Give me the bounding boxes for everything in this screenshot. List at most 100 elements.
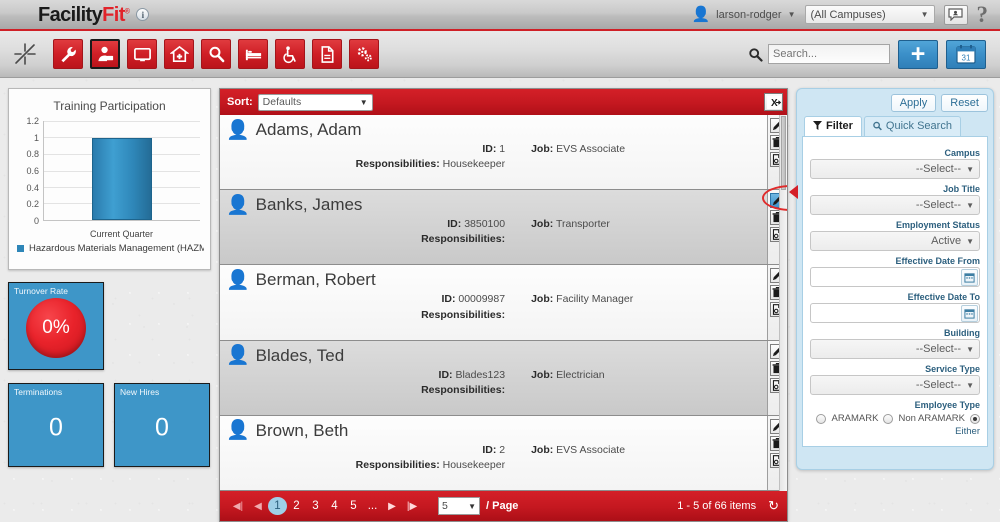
y-tick: 0.2 xyxy=(26,199,39,210)
table-row[interactable]: 👤 Banks, James ID: 3850100 Responsibilities… xyxy=(220,185,787,266)
row-content: 👤 Adams, Adam ID: 1 Responsibilities: House… xyxy=(220,115,767,189)
search-input[interactable] xyxy=(768,44,890,64)
calendar-icon[interactable] xyxy=(961,268,978,286)
add-button[interactable]: + xyxy=(898,39,938,69)
employee-responsibilities-field: Responsibilities: Housekeeper xyxy=(230,157,505,172)
radio-aramark[interactable] xyxy=(816,413,827,424)
filter-date-effective-date-to[interactable] xyxy=(810,303,980,323)
filter-select-building[interactable]: --Select-- ▼ xyxy=(810,339,980,359)
export-excel-icon: X xyxy=(766,95,781,109)
chart-y-axis: 1.2 1 0.8 0.6 0.4 0.2 0 xyxy=(15,116,41,226)
employee-id-field: ID: 1 xyxy=(230,142,505,157)
page-button-2[interactable]: 2 xyxy=(287,500,306,512)
per-page-value: 5 xyxy=(442,500,448,512)
filter-select-employment-status[interactable]: Active ▼ xyxy=(810,231,980,251)
page-button-4[interactable]: 4 xyxy=(325,500,344,512)
job-label: Job: xyxy=(531,293,554,306)
kpi-turnover-rate[interactable]: Turnover Rate 0% xyxy=(8,282,104,370)
filter-fields: Campus --Select-- ▼ Job Title --Select-- ▼ Emp… xyxy=(802,136,988,447)
magnifier-icon xyxy=(873,121,882,131)
filter-select-service-type[interactable]: --Select-- ▼ xyxy=(810,375,980,395)
kpi-value: 0 xyxy=(155,413,169,442)
radio-either[interactable] xyxy=(970,413,980,424)
avatar-icon: 👤 xyxy=(691,6,711,23)
filter-date-effective-date-from[interactable] xyxy=(810,267,980,287)
chart-plot-area xyxy=(43,121,200,221)
apply-button[interactable]: Apply xyxy=(890,94,937,112)
resp-label: Responsibilities: xyxy=(421,383,506,396)
nav-item-search[interactable] xyxy=(201,39,231,69)
nav-item-people[interactable] xyxy=(90,39,120,69)
row-content: 👤 Brown, Beth ID: 2 Responsibilities: House… xyxy=(220,416,767,490)
resp-label: Responsibilities: xyxy=(421,233,506,246)
radio-non-aramark[interactable] xyxy=(883,413,894,424)
row-content: 👤 Banks, James ID: 3850100 Responsibilities… xyxy=(220,190,767,264)
calendar-button[interactable]: 31 xyxy=(946,39,986,69)
row-fields-left: ID: 1 Responsibilities: Housekeeper xyxy=(230,142,505,172)
employee-job-field: Job: Transporter xyxy=(505,217,759,232)
user-menu[interactable]: 👤 larson-rodger ▼ xyxy=(691,7,795,22)
employee-job-field: Job: EVS Associate xyxy=(505,443,759,458)
sparkle-icon[interactable] xyxy=(10,39,40,69)
sparkle-glyph xyxy=(14,43,36,65)
nav-item-accessibility[interactable] xyxy=(275,39,305,69)
prev-page-button[interactable]: ◀ xyxy=(248,501,268,512)
employee-name: Brown, Beth xyxy=(255,420,349,440)
employee-name: Berman, Robert xyxy=(255,270,376,290)
chevron-down-icon: ▼ xyxy=(966,236,974,246)
job-label: Job: xyxy=(531,143,554,155)
info-circle-icon[interactable]: i xyxy=(136,8,150,21)
table-row[interactable]: 👤 Brown, Beth ID: 2 Responsibilities: House… xyxy=(220,415,787,491)
reset-button[interactable]: Reset xyxy=(941,94,988,112)
per-page-select[interactable]: 5 ▼ xyxy=(438,497,480,515)
export-button[interactable]: X xyxy=(764,93,783,111)
nav-item-facility[interactable] xyxy=(164,39,194,69)
nav-item-monitor[interactable] xyxy=(127,39,157,69)
tab-filter[interactable]: Filter xyxy=(804,116,862,136)
page-button-5[interactable]: 5 xyxy=(344,500,363,512)
nav-item-settings[interactable] xyxy=(349,39,379,69)
list-scrollbar[interactable] xyxy=(779,115,787,491)
person-user-icon xyxy=(97,46,113,61)
kpi-label: New Hires xyxy=(120,387,160,397)
contacts-icon-button[interactable] xyxy=(943,4,968,25)
employee-id-field: ID: 3850100 xyxy=(230,217,505,232)
kpi-label: Turnover Rate xyxy=(14,286,69,296)
gridline xyxy=(44,121,200,122)
calendar-icon[interactable] xyxy=(961,304,978,322)
tab-quick-search[interactable]: Quick Search xyxy=(863,116,961,136)
campus-select[interactable]: (All Campuses) ▼ xyxy=(804,5,935,24)
table-row[interactable]: 👤 Blades, Ted ID: Blades123 Responsibilitie… xyxy=(220,340,787,416)
nav-item-wrench[interactable] xyxy=(53,39,83,69)
id-value: Blades123 xyxy=(455,368,506,381)
last-page-button[interactable]: |▶ xyxy=(402,501,422,512)
row-title: 👤 Adams, Adam xyxy=(226,120,759,140)
table-row[interactable]: 👤 Adams, Adam ID: 1 Responsibilities: House… xyxy=(220,115,787,191)
person-icon: 👤 xyxy=(226,194,250,216)
page-button-3[interactable]: 3 xyxy=(306,500,325,512)
kpi-new-hires[interactable]: New Hires 0 xyxy=(114,383,210,467)
filter-select-job-title[interactable]: --Select-- ▼ xyxy=(810,195,980,215)
annotation-arrow xyxy=(789,185,798,199)
next-page-button[interactable]: ▶ xyxy=(382,501,402,512)
filter-select-campus[interactable]: --Select-- ▼ xyxy=(810,159,980,179)
resp-label: Responsibilities: xyxy=(355,158,440,171)
sort-select[interactable]: Defaults ▼ xyxy=(257,93,373,111)
nav-item-beds[interactable] xyxy=(238,39,268,69)
first-page-button[interactable]: ◀| xyxy=(228,501,248,512)
chevron-down-icon: ▼ xyxy=(966,164,974,174)
scrollbar-thumb[interactable] xyxy=(781,116,786,190)
nav-item-documents[interactable] xyxy=(312,39,342,69)
filter-label-building: Building xyxy=(944,328,980,338)
refresh-icon[interactable]: ↻ xyxy=(768,498,779,514)
page-button-1[interactable]: 1 xyxy=(268,497,287,515)
id-label: ID: xyxy=(447,218,462,231)
help-button[interactable]: ? xyxy=(977,3,989,26)
table-row[interactable]: 👤 Berman, Robert ID: 00009987 Responsibilit… xyxy=(220,265,787,341)
tab-quick-search-label: Quick Search xyxy=(885,120,952,132)
row-fields-left: ID: 2 Responsibilities: Housekeeper xyxy=(230,443,505,473)
row-fields-right: Job: Transporter xyxy=(505,217,759,247)
chart-x-tick: Current Quarter xyxy=(89,229,154,239)
kpi-terminations[interactable]: Terminations 0 xyxy=(8,383,104,467)
row-content: 👤 Berman, Robert ID: 00009987 Responsibilit… xyxy=(220,265,767,339)
